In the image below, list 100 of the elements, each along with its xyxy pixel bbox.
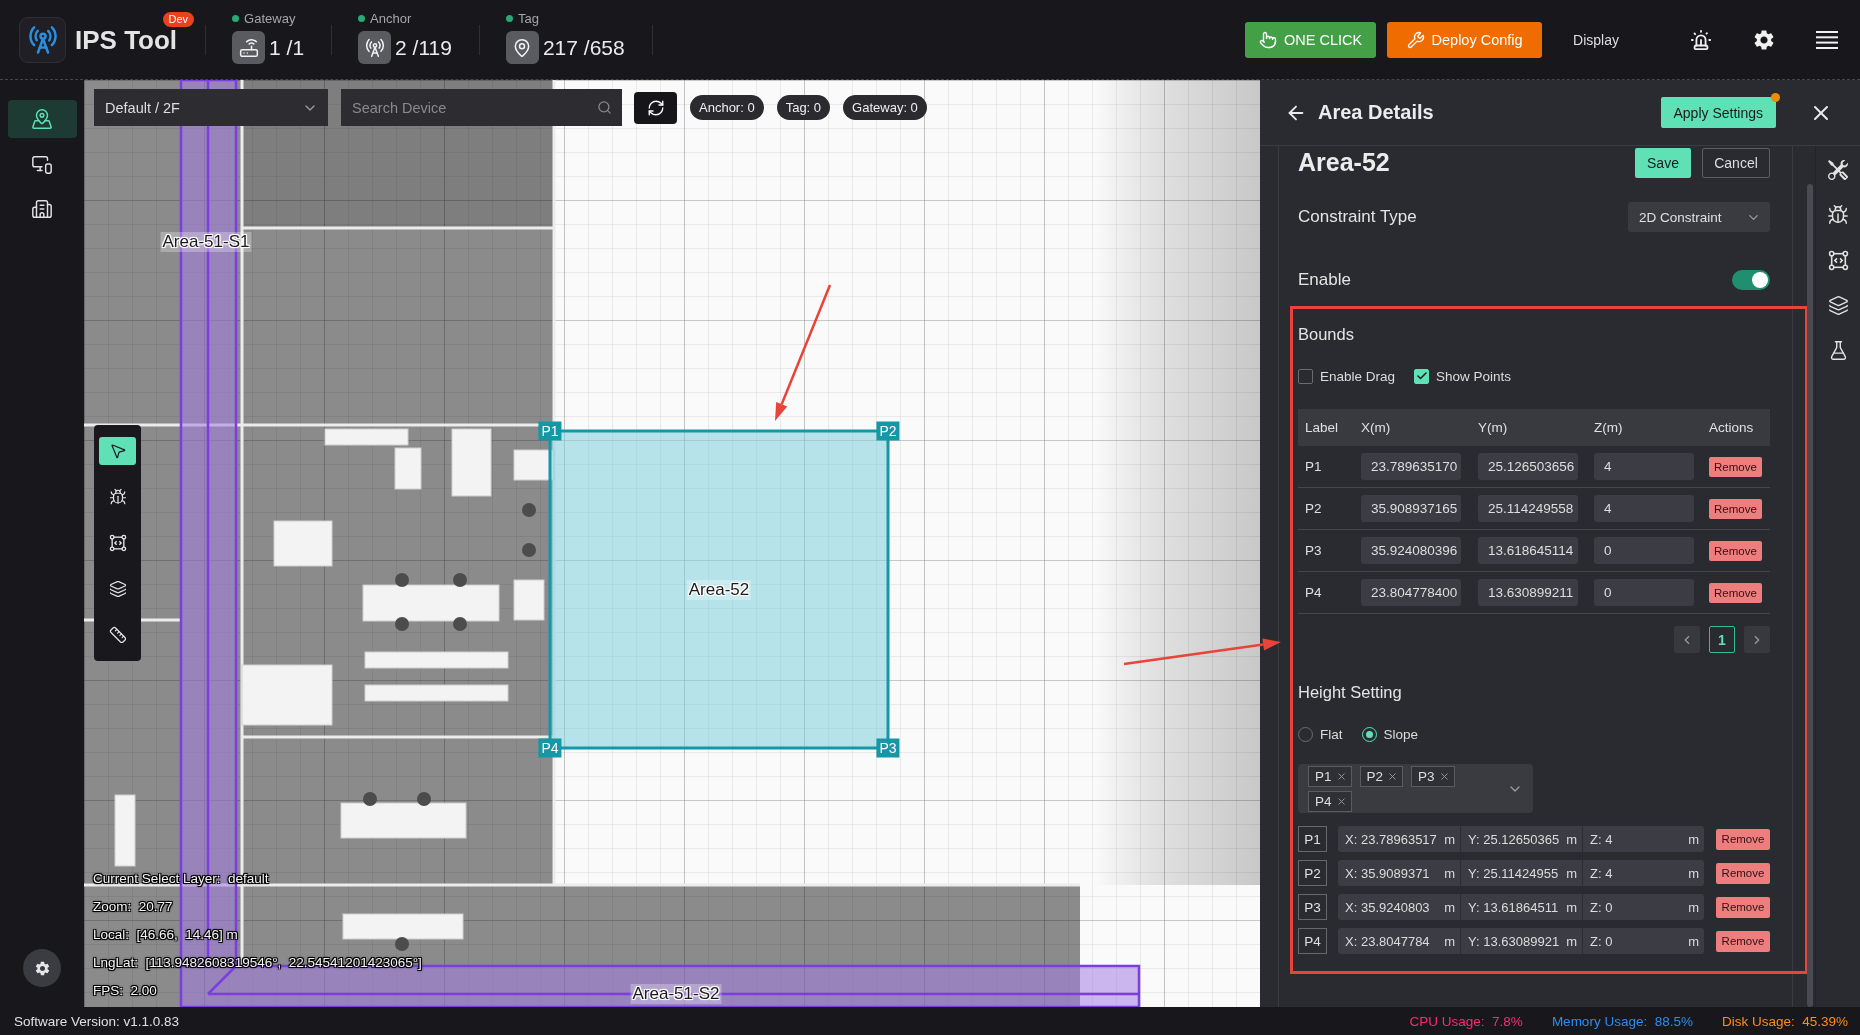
table-cell-text: P4 bbox=[1304, 585, 1322, 600]
router-icon bbox=[232, 31, 266, 64]
x-input[interactable]: 23.804778400 bbox=[1361, 579, 1461, 606]
save-button[interactable]: Save bbox=[1635, 147, 1691, 178]
y-input[interactable]: 13.618645114 bbox=[1478, 537, 1578, 564]
point-tag[interactable]: P1 bbox=[1308, 765, 1352, 787]
menu-icon[interactable] bbox=[1815, 29, 1839, 50]
x-input[interactable]: X: 35.9089371 m bbox=[1338, 860, 1460, 886]
point-tag[interactable]: P3 bbox=[1411, 765, 1455, 787]
z-input[interactable]: Z: 0 m bbox=[1582, 894, 1704, 920]
search-field[interactable]: Search Device bbox=[341, 89, 622, 126]
constraint-select[interactable]: 2D Constraint bbox=[1628, 202, 1770, 232]
refresh-button[interactable] bbox=[634, 91, 677, 124]
device-count: Anchor: 0 bbox=[690, 95, 764, 120]
bug-icon[interactable] bbox=[1827, 204, 1849, 226]
x-input[interactable]: 35.908937165 bbox=[1361, 495, 1461, 522]
z-input[interactable]: Z: 0 m bbox=[1582, 928, 1704, 954]
remove-button[interactable]: Remove bbox=[1709, 540, 1762, 561]
point-tag[interactable]: P4 bbox=[1308, 790, 1352, 812]
z-input[interactable]: 0 bbox=[1594, 579, 1694, 606]
area-label: Area-51-S1 bbox=[160, 232, 252, 252]
floor-select[interactable]: Default / 2F bbox=[94, 89, 328, 126]
devices-icon bbox=[31, 153, 53, 175]
map-info-text: Zoom: 20.77 bbox=[93, 898, 173, 916]
layers-icon[interactable] bbox=[1827, 295, 1849, 316]
checkbox-label: Enable Drag bbox=[1320, 368, 1396, 384]
usage-text: CPU Usage: 7.8% bbox=[1409, 1013, 1523, 1029]
z-input[interactable]: 4 bbox=[1594, 495, 1694, 522]
cancel-button[interactable]: Cancel bbox=[1702, 147, 1770, 178]
remove-tag-icon[interactable] bbox=[1335, 795, 1347, 807]
remove-button[interactable]: Remove bbox=[1709, 498, 1762, 519]
remove-button[interactable]: Remove bbox=[1709, 582, 1762, 603]
table-cell-text: P2 bbox=[1304, 501, 1322, 516]
remove-button[interactable]: Remove bbox=[1716, 828, 1770, 850]
y-input[interactable]: Y: 13.63089921 m bbox=[1460, 928, 1582, 954]
stat-label: Gateway bbox=[244, 11, 296, 26]
point-tag[interactable]: P2 bbox=[1359, 765, 1404, 787]
y-input[interactable]: 25.114249558 bbox=[1478, 495, 1578, 522]
check-icon bbox=[1415, 370, 1428, 382]
dev-badge: Dev bbox=[162, 11, 195, 27]
remove-button[interactable]: Remove bbox=[1716, 930, 1770, 952]
y-input[interactable]: 25.126503656 bbox=[1478, 453, 1578, 480]
y-input[interactable]: Y: 25.11424955 m bbox=[1460, 860, 1582, 886]
remove-tag-icon[interactable] bbox=[1387, 770, 1399, 782]
checkbox[interactable] bbox=[1414, 368, 1430, 384]
vertex-label: P4 bbox=[538, 738, 562, 758]
toggle-switch[interactable] bbox=[1732, 270, 1770, 290]
y-input[interactable]: Y: 13.61864511 m bbox=[1460, 894, 1582, 920]
bug-icon bbox=[108, 488, 127, 506]
remove-tag-icon[interactable] bbox=[1438, 770, 1450, 782]
scrollbar[interactable] bbox=[1807, 184, 1813, 1007]
point-label: P3 bbox=[1298, 894, 1327, 920]
display-button[interactable]: Display bbox=[1573, 31, 1619, 48]
remove-button[interactable]: Remove bbox=[1716, 896, 1770, 918]
layers-icon bbox=[108, 580, 127, 598]
radio-tower-icon bbox=[19, 16, 66, 63]
field-label: Enable bbox=[1298, 270, 1351, 290]
bounding-box-icon bbox=[1827, 250, 1849, 271]
z-input[interactable]: 0 bbox=[1594, 537, 1694, 564]
map-info-text: FPS: 2.00 bbox=[93, 982, 157, 1000]
point-select[interactable]: P1 P2 P3 P4 bbox=[1298, 764, 1533, 813]
status-dot-icon bbox=[232, 15, 240, 22]
wrench-icon bbox=[1406, 30, 1425, 49]
hand-pointer-icon bbox=[1259, 30, 1277, 49]
y-input[interactable]: 13.630899211 bbox=[1478, 579, 1578, 606]
remove-button[interactable]: Remove bbox=[1716, 862, 1770, 884]
device-count: Gateway: 0 bbox=[843, 95, 927, 120]
area-title: Area-52 bbox=[1298, 148, 1390, 177]
z-input[interactable]: Z: 4 m bbox=[1582, 860, 1704, 886]
refresh-icon bbox=[646, 98, 665, 117]
vertex-label: P2 bbox=[876, 421, 900, 441]
field-label: Constraint Type bbox=[1298, 207, 1417, 227]
column-header: Label bbox=[1298, 409, 1361, 446]
sidebar-item[interactable] bbox=[7, 100, 77, 138]
area-label: Area-51-S2 bbox=[630, 984, 722, 1004]
remove-button[interactable]: Remove bbox=[1709, 456, 1762, 477]
x-input[interactable]: 23.789635170 bbox=[1361, 453, 1461, 480]
stat-label: Tag bbox=[517, 11, 539, 26]
z-input[interactable]: Z: 4 m bbox=[1582, 826, 1704, 852]
checkbox[interactable] bbox=[1298, 368, 1313, 384]
x-input[interactable]: X: 35.9240803 m bbox=[1338, 894, 1460, 920]
settings-button[interactable] bbox=[23, 949, 61, 987]
section-title: Height Setting bbox=[1298, 682, 1402, 702]
tool-button[interactable] bbox=[99, 437, 136, 465]
column-header: Z(m) bbox=[1594, 409, 1709, 446]
z-input[interactable]: 4 bbox=[1594, 453, 1694, 480]
point-label: P1 bbox=[1298, 826, 1327, 852]
x-input[interactable]: X: 23.8047784 m bbox=[1338, 928, 1460, 954]
version-text: Software Version: v1.1.0.83 bbox=[14, 1013, 180, 1029]
area-label: Area-52 bbox=[686, 580, 752, 600]
search-icon bbox=[597, 100, 612, 115]
siren-icon bbox=[1690, 28, 1712, 51]
y-input[interactable]: Y: 25.12650365 m bbox=[1460, 826, 1582, 852]
map-pin-icon bbox=[31, 108, 53, 130]
tools-icon[interactable] bbox=[1828, 160, 1848, 180]
x-input[interactable]: 35.924080396 bbox=[1361, 537, 1461, 564]
page-button[interactable]: 1 bbox=[1709, 626, 1735, 653]
remove-tag-icon[interactable] bbox=[1335, 770, 1347, 782]
antenna-icon bbox=[358, 31, 392, 64]
x-input[interactable]: X: 23.78963517 m bbox=[1338, 826, 1460, 852]
